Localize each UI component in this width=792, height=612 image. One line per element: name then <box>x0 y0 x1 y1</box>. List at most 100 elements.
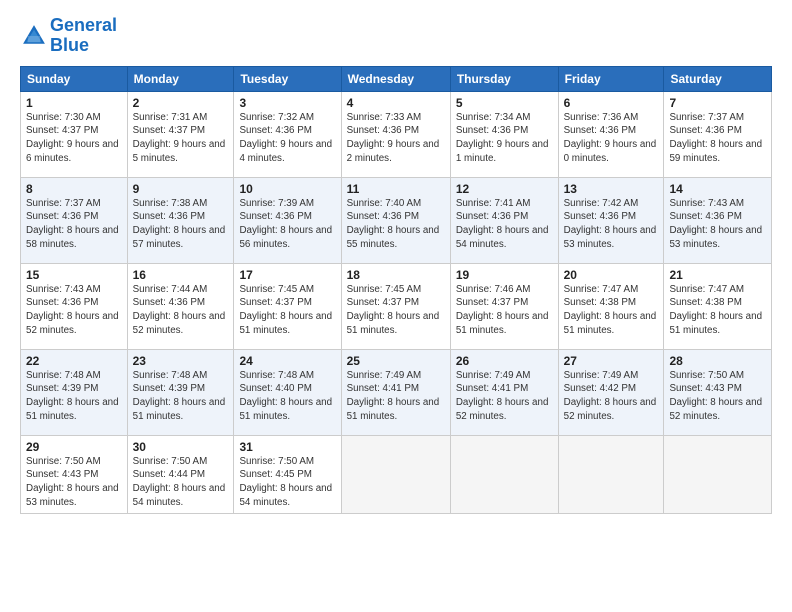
calendar-day-cell: 30 Sunrise: 7:50 AMSunset: 4:44 PMDaylig… <box>127 435 234 514</box>
calendar-day-cell: 5 Sunrise: 7:34 AMSunset: 4:36 PMDayligh… <box>450 91 558 177</box>
calendar-day-cell: 22 Sunrise: 7:48 AMSunset: 4:39 PMDaylig… <box>21 349 128 435</box>
calendar-week-row: 29 Sunrise: 7:50 AMSunset: 4:43 PMDaylig… <box>21 435 772 514</box>
page: General Blue SundayMondayTuesdayWednesda… <box>0 0 792 612</box>
day-info: Sunrise: 7:50 AMSunset: 4:45 PMDaylight:… <box>239 456 332 508</box>
day-info: Sunrise: 7:45 AMSunset: 4:37 PMDaylight:… <box>239 284 332 336</box>
day-number: 17 <box>239 268 335 282</box>
day-info: Sunrise: 7:47 AMSunset: 4:38 PMDaylight:… <box>669 284 762 336</box>
day-number: 9 <box>133 182 229 196</box>
day-info: Sunrise: 7:40 AMSunset: 4:36 PMDaylight:… <box>347 198 440 250</box>
day-info: Sunrise: 7:44 AMSunset: 4:36 PMDaylight:… <box>133 284 226 336</box>
day-info: Sunrise: 7:43 AMSunset: 4:36 PMDaylight:… <box>669 198 762 250</box>
calendar-header-thursday: Thursday <box>450 66 558 91</box>
calendar-day-cell: 6 Sunrise: 7:36 AMSunset: 4:36 PMDayligh… <box>558 91 664 177</box>
logo-icon <box>20 22 48 50</box>
day-number: 14 <box>669 182 766 196</box>
calendar-day-cell: 8 Sunrise: 7:37 AMSunset: 4:36 PMDayligh… <box>21 177 128 263</box>
day-number: 20 <box>564 268 659 282</box>
calendar-header-sunday: Sunday <box>21 66 128 91</box>
day-number: 31 <box>239 440 335 454</box>
calendar-header-monday: Monday <box>127 66 234 91</box>
day-info: Sunrise: 7:48 AMSunset: 4:39 PMDaylight:… <box>133 370 226 422</box>
calendar-day-cell: 3 Sunrise: 7:32 AMSunset: 4:36 PMDayligh… <box>234 91 341 177</box>
calendar-day-cell: 10 Sunrise: 7:39 AMSunset: 4:36 PMDaylig… <box>234 177 341 263</box>
calendar-day-cell: 25 Sunrise: 7:49 AMSunset: 4:41 PMDaylig… <box>341 349 450 435</box>
day-info: Sunrise: 7:34 AMSunset: 4:36 PMDaylight:… <box>456 112 549 164</box>
calendar-day-cell: 20 Sunrise: 7:47 AMSunset: 4:38 PMDaylig… <box>558 263 664 349</box>
day-info: Sunrise: 7:42 AMSunset: 4:36 PMDaylight:… <box>564 198 657 250</box>
day-number: 24 <box>239 354 335 368</box>
calendar-header-tuesday: Tuesday <box>234 66 341 91</box>
day-info: Sunrise: 7:38 AMSunset: 4:36 PMDaylight:… <box>133 198 226 250</box>
day-number: 13 <box>564 182 659 196</box>
calendar-day-cell: 7 Sunrise: 7:37 AMSunset: 4:36 PMDayligh… <box>664 91 772 177</box>
day-number: 7 <box>669 96 766 110</box>
day-info: Sunrise: 7:36 AMSunset: 4:36 PMDaylight:… <box>564 112 657 164</box>
day-number: 4 <box>347 96 445 110</box>
day-info: Sunrise: 7:49 AMSunset: 4:42 PMDaylight:… <box>564 370 657 422</box>
day-info: Sunrise: 7:48 AMSunset: 4:40 PMDaylight:… <box>239 370 332 422</box>
day-info: Sunrise: 7:50 AMSunset: 4:44 PMDaylight:… <box>133 456 226 508</box>
day-number: 29 <box>26 440 122 454</box>
day-info: Sunrise: 7:37 AMSunset: 4:36 PMDaylight:… <box>669 112 762 164</box>
day-info: Sunrise: 7:41 AMSunset: 4:36 PMDaylight:… <box>456 198 549 250</box>
day-number: 6 <box>564 96 659 110</box>
calendar-day-cell: 31 Sunrise: 7:50 AMSunset: 4:45 PMDaylig… <box>234 435 341 514</box>
calendar-empty-cell <box>341 435 450 514</box>
day-number: 19 <box>456 268 553 282</box>
day-info: Sunrise: 7:43 AMSunset: 4:36 PMDaylight:… <box>26 284 119 336</box>
calendar-week-row: 1 Sunrise: 7:30 AMSunset: 4:37 PMDayligh… <box>21 91 772 177</box>
day-info: Sunrise: 7:49 AMSunset: 4:41 PMDaylight:… <box>456 370 549 422</box>
calendar-week-row: 8 Sunrise: 7:37 AMSunset: 4:36 PMDayligh… <box>21 177 772 263</box>
day-number: 15 <box>26 268 122 282</box>
calendar-day-cell: 24 Sunrise: 7:48 AMSunset: 4:40 PMDaylig… <box>234 349 341 435</box>
calendar-header-saturday: Saturday <box>664 66 772 91</box>
calendar-day-cell: 21 Sunrise: 7:47 AMSunset: 4:38 PMDaylig… <box>664 263 772 349</box>
day-number: 22 <box>26 354 122 368</box>
calendar-header-friday: Friday <box>558 66 664 91</box>
day-info: Sunrise: 7:37 AMSunset: 4:36 PMDaylight:… <box>26 198 119 250</box>
calendar-empty-cell <box>450 435 558 514</box>
day-number: 5 <box>456 96 553 110</box>
day-info: Sunrise: 7:49 AMSunset: 4:41 PMDaylight:… <box>347 370 440 422</box>
day-info: Sunrise: 7:31 AMSunset: 4:37 PMDaylight:… <box>133 112 226 164</box>
calendar-day-cell: 28 Sunrise: 7:50 AMSunset: 4:43 PMDaylig… <box>664 349 772 435</box>
calendar-day-cell: 23 Sunrise: 7:48 AMSunset: 4:39 PMDaylig… <box>127 349 234 435</box>
calendar-day-cell: 17 Sunrise: 7:45 AMSunset: 4:37 PMDaylig… <box>234 263 341 349</box>
day-number: 25 <box>347 354 445 368</box>
calendar-day-cell: 4 Sunrise: 7:33 AMSunset: 4:36 PMDayligh… <box>341 91 450 177</box>
day-number: 2 <box>133 96 229 110</box>
calendar-day-cell: 15 Sunrise: 7:43 AMSunset: 4:36 PMDaylig… <box>21 263 128 349</box>
day-info: Sunrise: 7:33 AMSunset: 4:36 PMDaylight:… <box>347 112 440 164</box>
day-number: 30 <box>133 440 229 454</box>
calendar-table: SundayMondayTuesdayWednesdayThursdayFrid… <box>20 66 772 515</box>
day-number: 27 <box>564 354 659 368</box>
day-number: 21 <box>669 268 766 282</box>
header: General Blue <box>20 16 772 56</box>
calendar-header-row: SundayMondayTuesdayWednesdayThursdayFrid… <box>21 66 772 91</box>
calendar-day-cell: 9 Sunrise: 7:38 AMSunset: 4:36 PMDayligh… <box>127 177 234 263</box>
calendar-week-row: 15 Sunrise: 7:43 AMSunset: 4:36 PMDaylig… <box>21 263 772 349</box>
calendar-empty-cell <box>664 435 772 514</box>
day-info: Sunrise: 7:32 AMSunset: 4:36 PMDaylight:… <box>239 112 332 164</box>
calendar-day-cell: 12 Sunrise: 7:41 AMSunset: 4:36 PMDaylig… <box>450 177 558 263</box>
day-number: 28 <box>669 354 766 368</box>
day-number: 1 <box>26 96 122 110</box>
day-number: 16 <box>133 268 229 282</box>
day-number: 3 <box>239 96 335 110</box>
calendar-day-cell: 26 Sunrise: 7:49 AMSunset: 4:41 PMDaylig… <box>450 349 558 435</box>
calendar-day-cell: 2 Sunrise: 7:31 AMSunset: 4:37 PMDayligh… <box>127 91 234 177</box>
day-number: 8 <box>26 182 122 196</box>
calendar-day-cell: 1 Sunrise: 7:30 AMSunset: 4:37 PMDayligh… <box>21 91 128 177</box>
day-info: Sunrise: 7:50 AMSunset: 4:43 PMDaylight:… <box>669 370 762 422</box>
calendar-day-cell: 18 Sunrise: 7:45 AMSunset: 4:37 PMDaylig… <box>341 263 450 349</box>
day-number: 11 <box>347 182 445 196</box>
day-info: Sunrise: 7:47 AMSunset: 4:38 PMDaylight:… <box>564 284 657 336</box>
day-number: 10 <box>239 182 335 196</box>
calendar-day-cell: 16 Sunrise: 7:44 AMSunset: 4:36 PMDaylig… <box>127 263 234 349</box>
calendar-day-cell: 19 Sunrise: 7:46 AMSunset: 4:37 PMDaylig… <box>450 263 558 349</box>
day-info: Sunrise: 7:45 AMSunset: 4:37 PMDaylight:… <box>347 284 440 336</box>
logo: General Blue <box>20 16 117 56</box>
calendar-day-cell: 11 Sunrise: 7:40 AMSunset: 4:36 PMDaylig… <box>341 177 450 263</box>
calendar-day-cell: 29 Sunrise: 7:50 AMSunset: 4:43 PMDaylig… <box>21 435 128 514</box>
